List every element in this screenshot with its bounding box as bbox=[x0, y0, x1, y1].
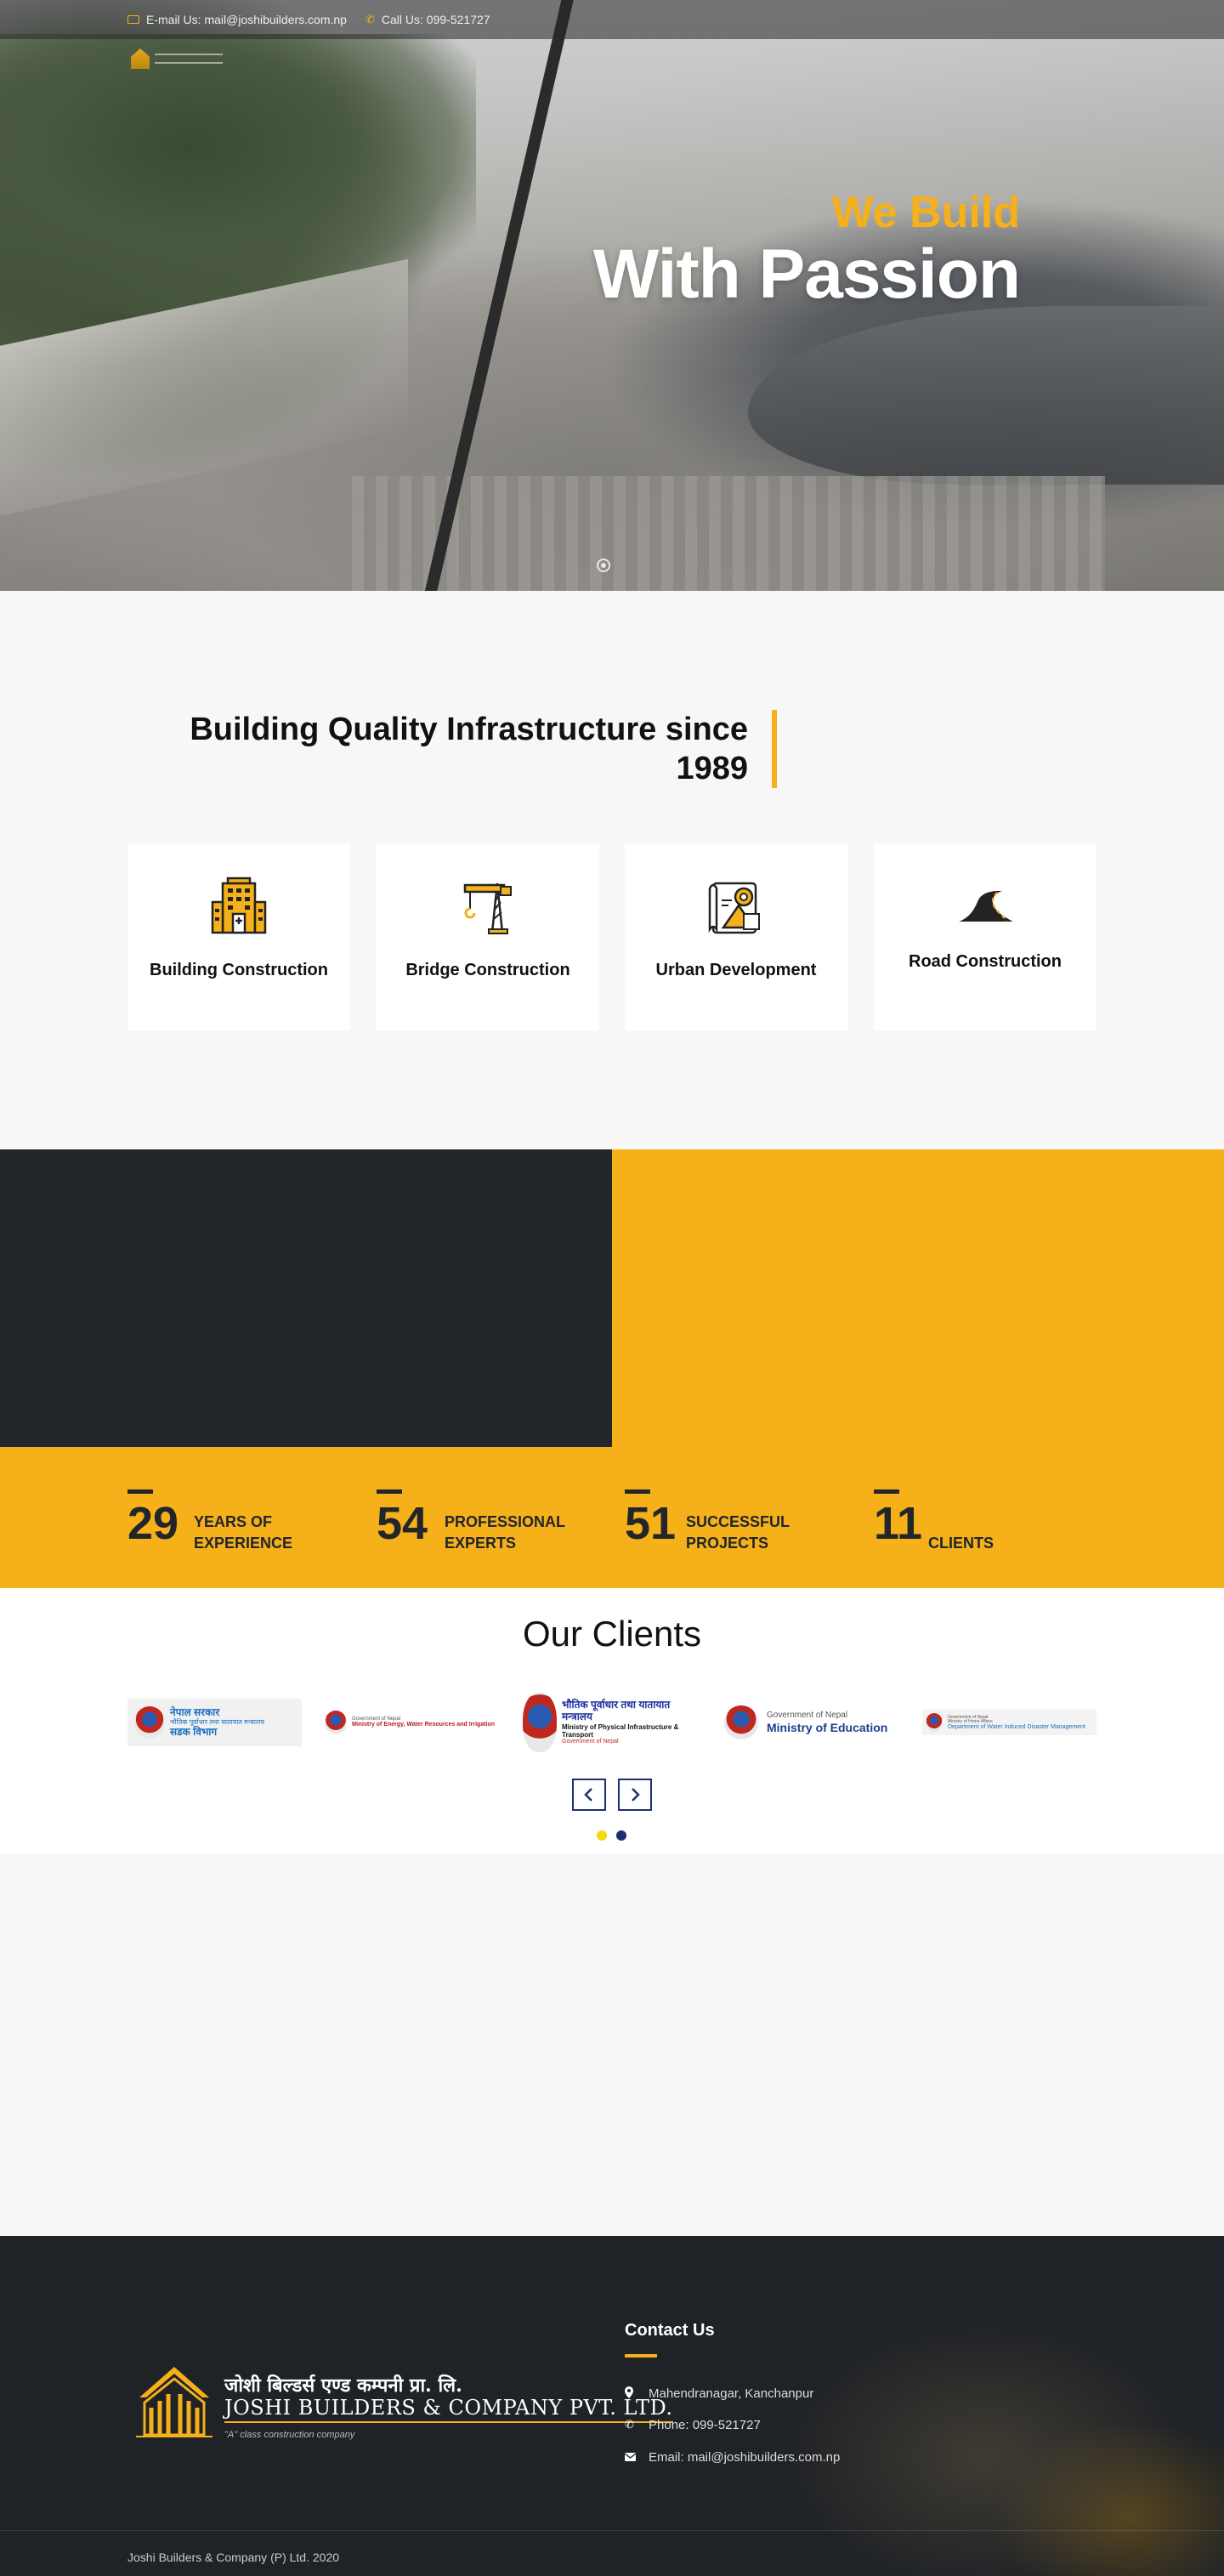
header-logo[interactable] bbox=[131, 46, 233, 71]
service-card-building[interactable]: Building Construction bbox=[128, 843, 350, 1030]
contact-underline bbox=[625, 2354, 657, 2358]
client-logo-disaster[interactable]: Government of Nepal Ministry of Home Aff… bbox=[922, 1710, 1096, 1735]
blueprint-icon bbox=[706, 876, 767, 937]
contact-address-text: Mahendranagar, Kanchanpur bbox=[649, 2386, 814, 2401]
service-card-label: Urban Development bbox=[655, 961, 817, 979]
chevron-right-icon bbox=[632, 1788, 640, 1801]
services-section: Building Quality Infrastructure since 19… bbox=[0, 621, 1224, 1149]
crane-icon bbox=[457, 876, 518, 937]
topbar-email-text[interactable]: E-mail Us: mail@joshibuilders.com.np bbox=[146, 13, 347, 26]
logo-mark-icon bbox=[131, 48, 150, 69]
client-logo-line: Ministry of Education bbox=[767, 1720, 888, 1734]
nepal-emblem-icon bbox=[724, 1705, 758, 1739]
stat-label: YEARS OF EXPERIENCE bbox=[194, 1513, 293, 1552]
footer-divider bbox=[0, 2530, 1224, 2531]
clients-next-button[interactable] bbox=[618, 1779, 652, 1811]
client-logo-line: नेपाल सरकार bbox=[170, 1705, 220, 1718]
service-card-road[interactable]: Road Construction bbox=[874, 843, 1096, 1030]
footer-logo-subtitle: "A" class construction company bbox=[224, 2430, 355, 2440]
stat-dash bbox=[625, 1489, 650, 1494]
client-logo-mopit[interactable]: भौतिक पूर्वाधार तथा यातायात मन्त्रालय Mi… bbox=[523, 1690, 701, 1755]
client-logo-line: Ministry of Physical Infrastructure & Tr… bbox=[562, 1722, 679, 1739]
client-logo-education[interactable]: Government of Nepal Ministry of Educatio… bbox=[724, 1690, 903, 1755]
service-card-label: Bridge Construction bbox=[405, 961, 570, 979]
hero-heading: We Build With Passion bbox=[592, 187, 1021, 313]
stat-dash bbox=[874, 1489, 899, 1494]
topbar-phone-text[interactable]: Call Us: 099-521727 bbox=[382, 13, 490, 26]
clients-section: Our Clients नेपाल सरकार भौतिक पूर्वाधार … bbox=[0, 1588, 1224, 1853]
stat-number: 11 bbox=[874, 1498, 923, 1549]
stat-label: PROFESSIONAL EXPERTS bbox=[445, 1513, 565, 1552]
tagline-accent-bar bbox=[772, 710, 777, 788]
nepal-emblem-icon bbox=[926, 1713, 943, 1732]
footer-logo[interactable]: जोशी बिल्डर्स एण्ड कम्पनी प्रा. लि. JOSH… bbox=[136, 2363, 673, 2457]
client-logo-energy[interactable]: Government of Nepal Ministry of Energy, … bbox=[325, 1690, 503, 1755]
split-panel-dark bbox=[0, 1149, 612, 1447]
clients-prev-button[interactable] bbox=[572, 1779, 606, 1811]
nepal-emblem-icon bbox=[523, 1693, 557, 1752]
clients-dot-active[interactable] bbox=[597, 1830, 607, 1841]
chevron-left-icon bbox=[584, 1788, 592, 1801]
client-logo-line: Department of Water Induced Disaster Man… bbox=[948, 1723, 1085, 1730]
slider-dot[interactable] bbox=[597, 559, 610, 572]
map-pin-icon bbox=[625, 2386, 649, 2401]
contact-address: Mahendranagar, Kanchanpur bbox=[625, 2385, 813, 2402]
logo-wordmark bbox=[155, 54, 223, 64]
top-bar: E-mail Us: mail@joshibuilders.com.np ✆ C… bbox=[0, 0, 1224, 39]
client-logo-line: Government of Nepal bbox=[352, 1716, 401, 1722]
stat-label: SUCCESSFUL PROJECTS bbox=[686, 1513, 790, 1552]
stat-label: CLIENTS bbox=[928, 1535, 994, 1552]
hero-river bbox=[748, 306, 1224, 485]
topbar-phone[interactable]: ✆ Call Us: 099-521727 bbox=[366, 0, 490, 39]
stat-number: 51 bbox=[625, 1498, 677, 1549]
nepal-emblem-icon bbox=[325, 1711, 347, 1734]
contact-title: Contact Us bbox=[625, 2321, 715, 2340]
stat-dash bbox=[377, 1489, 402, 1494]
building-icon bbox=[208, 876, 269, 937]
nepal-emblem-icon bbox=[134, 1706, 165, 1739]
service-card-urban[interactable]: Urban Development bbox=[625, 843, 847, 1030]
client-logo-roads[interactable]: नेपाल सरकार भौतिक पूर्वाधार तथा यातायात … bbox=[128, 1699, 302, 1746]
footer-copyright: Joshi Builders & Company (P) Ltd. 2020 bbox=[128, 2550, 340, 2564]
contact-phone-text[interactable]: Phone: 099-521727 bbox=[649, 2418, 761, 2432]
topbar-email[interactable]: E-mail Us: mail@joshibuilders.com.np bbox=[128, 0, 347, 39]
phone-icon: ✆ bbox=[366, 13, 375, 26]
footer-logo-nepali: जोशी बिल्डर्स एण्ड कम्पनी प्रा. लि. bbox=[224, 2375, 462, 2397]
service-card-bridge[interactable]: Bridge Construction bbox=[377, 843, 599, 1030]
company-logo-icon bbox=[136, 2367, 212, 2437]
hero-slider: E-mail Us: mail@joshibuilders.com.np ✆ C… bbox=[0, 0, 1224, 591]
contact-phone[interactable]: ✆ Phone: 099-521727 bbox=[625, 2416, 761, 2433]
client-logo-line: Ministry of Energy, Water Resources and … bbox=[352, 1722, 496, 1728]
contact-email-text[interactable]: Email: mail@joshibuilders.com.np bbox=[649, 2450, 840, 2465]
footer-logo-english: JOSHI BUILDERS & COMPANY PVT. LTD. bbox=[224, 2396, 673, 2423]
contact-email[interactable]: Email: mail@joshibuilders.com.np bbox=[624, 2448, 840, 2465]
hero-heading-line2: With Passion bbox=[592, 235, 1021, 313]
service-card-label: Road Construction bbox=[909, 952, 1062, 971]
envelope-icon bbox=[624, 2451, 649, 2464]
tagline-line2: 1989 bbox=[676, 751, 748, 786]
client-logo-line: Government of Nepal bbox=[767, 1711, 848, 1721]
client-logo-line: सडक विभाग bbox=[170, 1725, 218, 1738]
footer: जोशी बिल्डर्स एण्ड कम्पनी प्रा. लि. JOSH… bbox=[0, 2236, 1224, 2576]
split-panel-yellow bbox=[612, 1149, 1224, 1447]
client-logo-line: Government of Nepal bbox=[562, 1738, 619, 1745]
envelope-icon bbox=[128, 15, 139, 24]
clients-dot[interactable] bbox=[616, 1830, 626, 1841]
tagline-line1: Building Quality Infrastructure since bbox=[190, 712, 748, 747]
client-logo-line: भौतिक पूर्वाधार तथा यातायात मन्त्रालय bbox=[562, 1698, 671, 1722]
stat-dash bbox=[128, 1489, 153, 1494]
road-icon bbox=[955, 876, 1016, 937]
services-tagline: Building Quality Infrastructure since 19… bbox=[119, 710, 748, 788]
stats-section: 29 YEARS OF EXPERIENCE 54 PROFESSIONAL E… bbox=[0, 1447, 1224, 1588]
stat-number: 29 bbox=[128, 1498, 179, 1549]
phone-icon: ✆ bbox=[625, 2418, 634, 2431]
service-card-label: Building Construction bbox=[150, 961, 328, 979]
stat-number: 54 bbox=[377, 1498, 428, 1549]
clients-title: Our Clients bbox=[522, 1614, 702, 1654]
hero-heading-line1: We Build bbox=[831, 188, 1020, 237]
